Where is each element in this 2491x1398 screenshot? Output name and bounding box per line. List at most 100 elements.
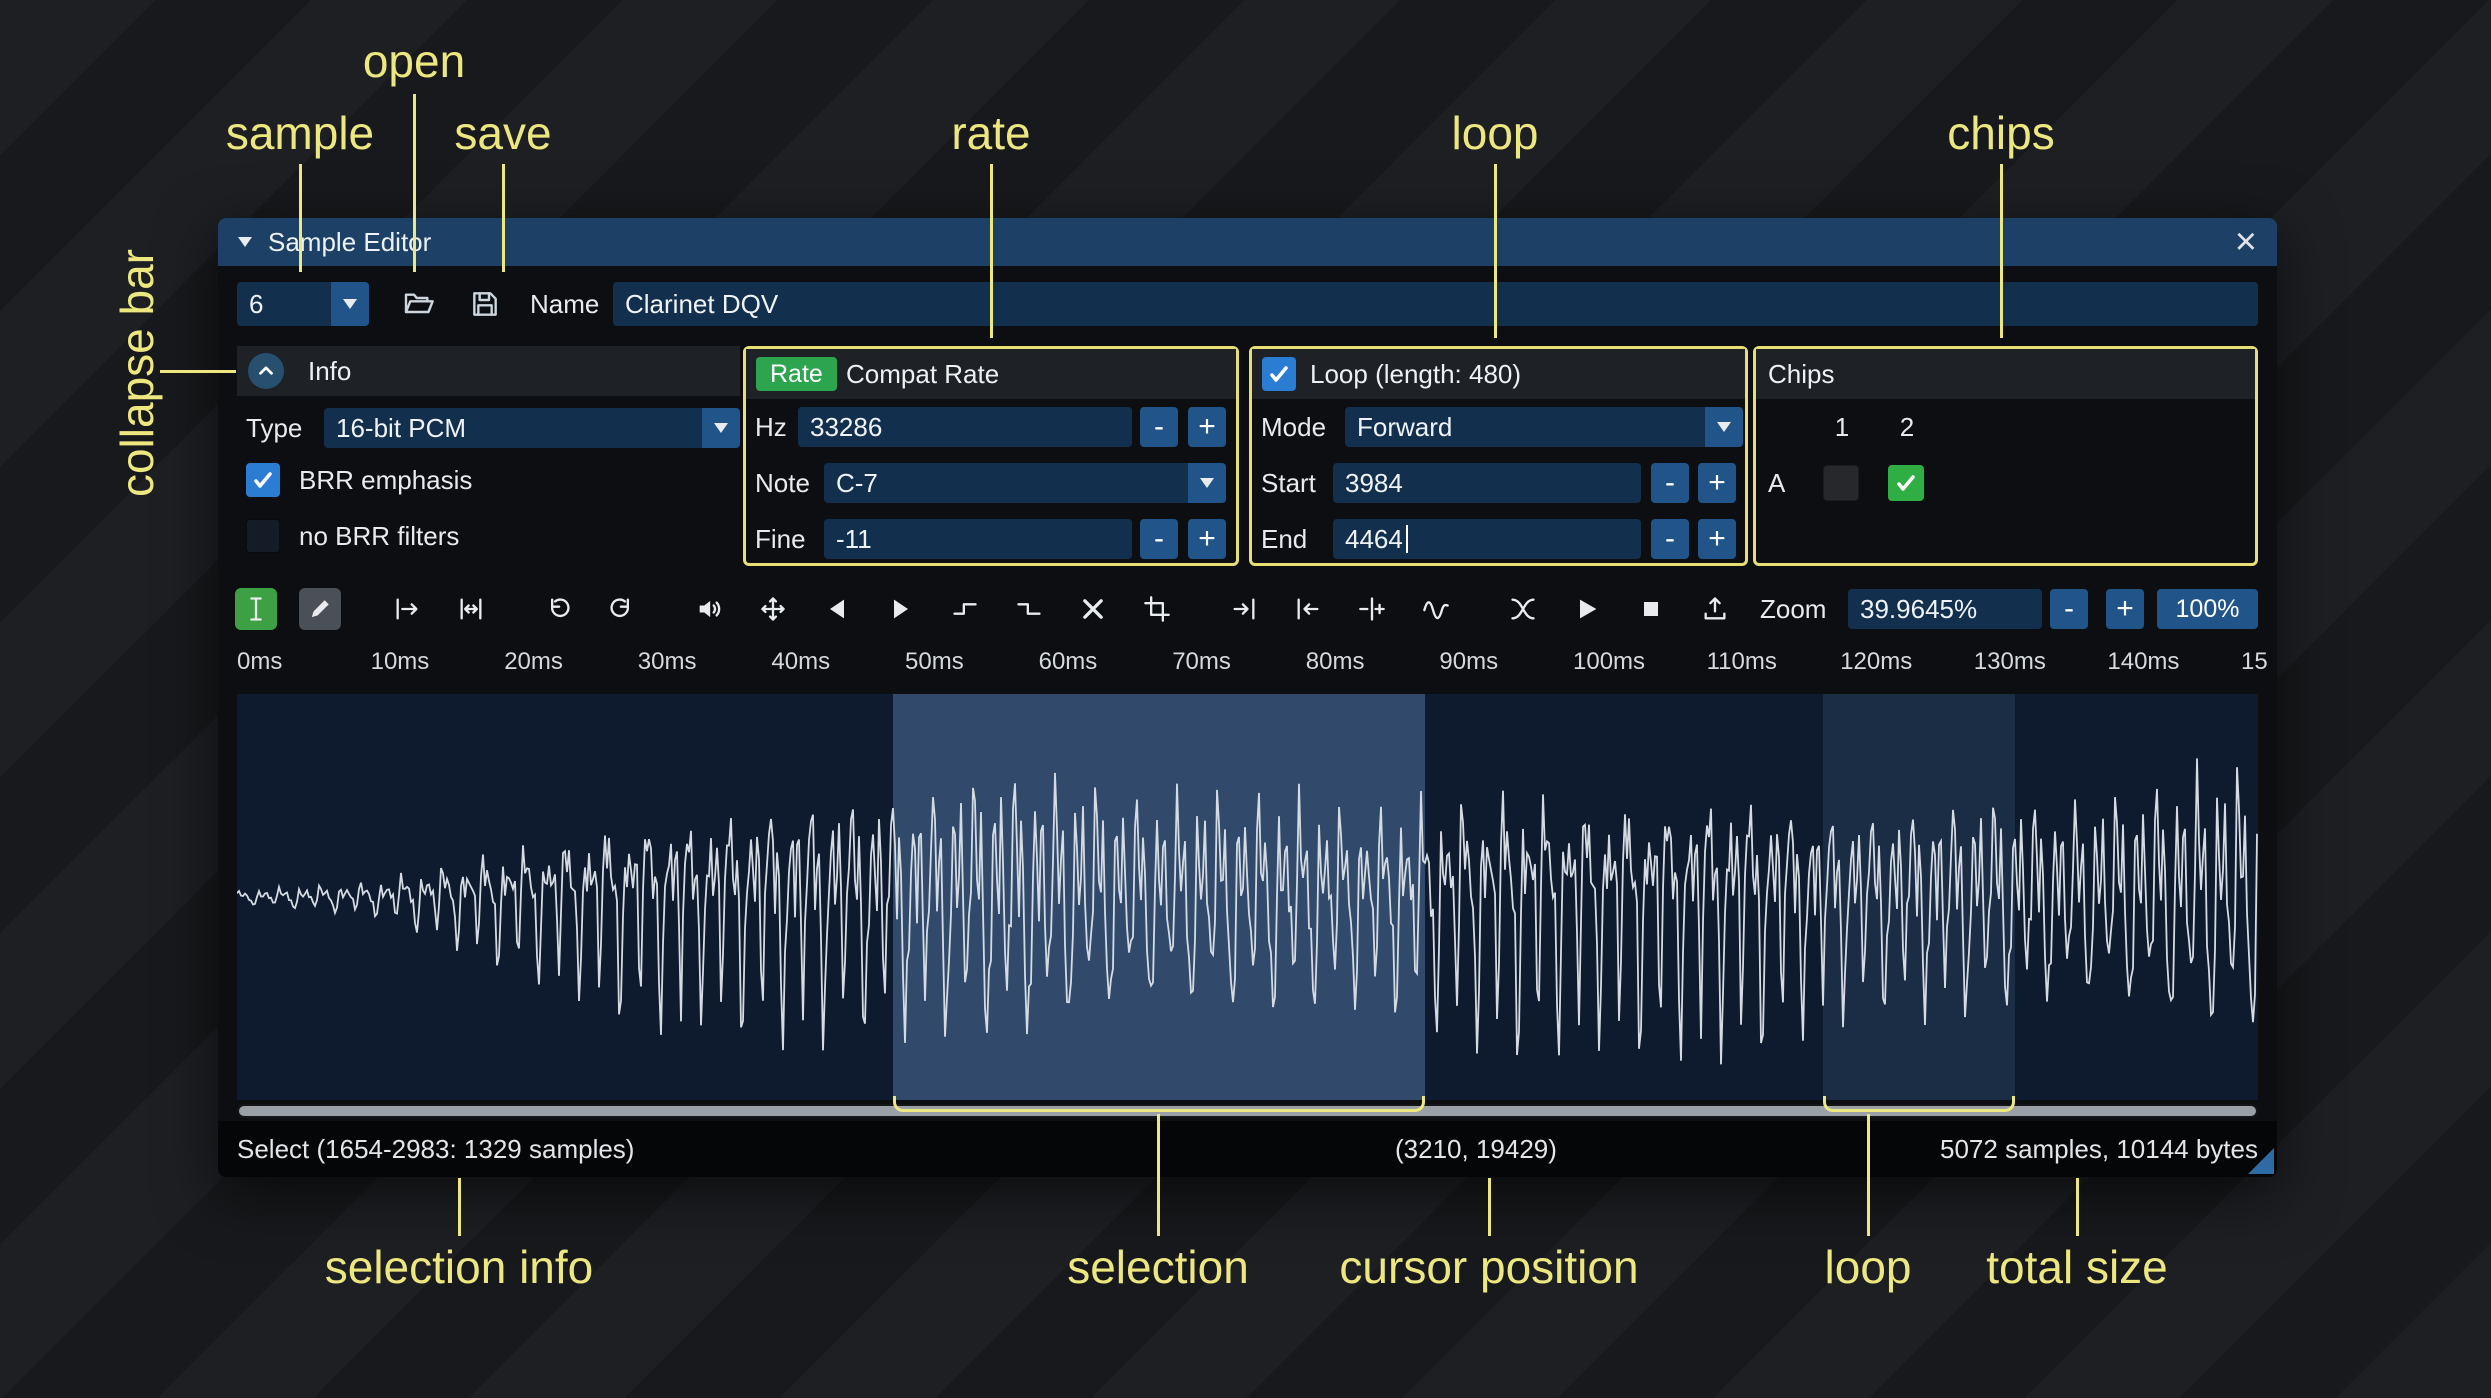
amplify-button[interactable]	[688, 588, 730, 630]
adjust-icon	[1359, 597, 1385, 621]
draw-mode-button[interactable]	[299, 588, 341, 630]
timeline-label: 30ms	[637, 648, 697, 675]
zoom-value: 39.9645%	[1860, 593, 1978, 624]
select-mode-icon	[250, 597, 262, 621]
fade-out-button[interactable]	[1008, 588, 1050, 630]
chip-1-checkbox[interactable]	[1823, 465, 1859, 501]
loop-mode-select[interactable]: Forward	[1345, 407, 1743, 447]
sample-type-select[interactable]: 16-bit PCM	[324, 408, 740, 448]
total-size-text: 5072 samples, 10144 bytes	[1940, 1134, 2258, 1164]
loop-start-input[interactable]: 3984	[1333, 463, 1641, 503]
trim-button[interactable]	[1136, 588, 1178, 630]
no-brr-filters-label: no BRR filters	[299, 521, 460, 551]
chips-section: Chips 1 2 A	[1753, 346, 2258, 566]
sample-selector-value: 6	[249, 288, 264, 319]
annotation-open: open	[362, 35, 466, 87]
hz-plus-button[interactable]: +	[1188, 407, 1226, 447]
sample-type-dropdown-button[interactable]	[702, 408, 740, 448]
annotation-rate: rate	[951, 107, 1031, 159]
timeline-ruler[interactable]: 0ms 10ms 20ms 30ms 40ms 50ms 60ms 70ms 80ms 90ms 1…	[237, 642, 2268, 688]
note-dropdown-button[interactable]	[1188, 463, 1226, 503]
loop-start-minus-button[interactable]: -	[1651, 463, 1689, 503]
sample-selector-dropdown-button[interactable]	[331, 282, 369, 326]
open-sample-button[interactable]	[397, 283, 439, 325]
dropdown-arrow-icon	[714, 423, 728, 433]
chip-column-1: 1	[1834, 412, 1850, 442]
annotation-total-size: total size	[1986, 1241, 2168, 1293]
zoom-value-input[interactable]: 39.9645%	[1848, 589, 2042, 629]
rate-badge-button[interactable]: Rate	[756, 357, 837, 391]
window-resize-grip[interactable]	[2248, 1148, 2274, 1174]
window-collapse-icon[interactable]	[238, 237, 252, 247]
loop-mode-dropdown-button[interactable]	[1705, 407, 1743, 447]
close-button[interactable]: ×	[2235, 223, 2257, 261]
rate-section: Rate Compat Rate Hz 33286 - + Note C-7 F…	[743, 346, 1239, 566]
resample-button[interactable]	[450, 588, 492, 630]
reverse-button[interactable]	[816, 588, 858, 630]
no-brr-filters-checkbox[interactable]	[246, 519, 280, 553]
crossfade-button[interactable]	[1502, 588, 1544, 630]
create-instrument-button[interactable]	[1694, 588, 1736, 630]
resize-button[interactable]	[386, 588, 428, 630]
loop-end-plus-button[interactable]: +	[1698, 519, 1736, 559]
zoom-in-button[interactable]: +	[2106, 589, 2144, 629]
window-title: Sample Editor	[268, 226, 432, 257]
insert-silence-button[interactable]	[1223, 588, 1265, 630]
brr-emphasis-label: BRR emphasis	[299, 465, 473, 495]
note-label: Note	[755, 468, 810, 498]
preview-sample-button[interactable]	[1566, 588, 1608, 630]
sample-name-value: Clarinet DQV	[625, 288, 779, 319]
sample-selector[interactable]: 6	[237, 282, 369, 326]
check-icon	[1897, 475, 1915, 491]
save-sample-button[interactable]	[464, 283, 506, 325]
chevron-up-icon	[259, 366, 273, 375]
chip-row-label: A	[1768, 468, 1786, 498]
fade-in-button[interactable]	[944, 588, 986, 630]
stop-preview-button[interactable]	[1630, 588, 1672, 630]
undo-button[interactable]	[537, 588, 579, 630]
filter-button[interactable]	[1415, 588, 1457, 630]
fine-plus-button[interactable]: +	[1188, 519, 1226, 559]
loop-start-plus-button[interactable]: +	[1698, 463, 1736, 503]
fine-minus-button[interactable]: -	[1140, 519, 1178, 559]
redo-button[interactable]	[601, 588, 643, 630]
hz-input[interactable]: 33286	[798, 407, 1132, 447]
annotation-line-selection-info	[458, 1178, 461, 1236]
zoom-reset-button[interactable]: 100%	[2157, 589, 2258, 629]
zoom-out-button[interactable]: -	[2050, 589, 2088, 629]
collapse-bar-button[interactable]	[248, 353, 284, 389]
selection-info-text: Select (1654-2983: 1329 samples)	[237, 1134, 635, 1164]
adjust-button[interactable]	[1351, 588, 1393, 630]
loop-mode-value: Forward	[1357, 411, 1453, 442]
normalize-button[interactable]	[752, 588, 794, 630]
loop-enable-checkbox[interactable]	[1262, 357, 1296, 391]
scrollbar-handle[interactable]	[239, 1106, 2256, 1116]
fine-input[interactable]: -11	[824, 519, 1132, 559]
annotation-collapse-bar: collapse bar	[111, 248, 163, 498]
apply-silence-button[interactable]	[1072, 588, 1114, 630]
titlebar[interactable]: Sample Editor ×	[218, 218, 2277, 266]
waveform-scrollbar[interactable]	[237, 1104, 2258, 1118]
select-mode-button[interactable]	[235, 588, 277, 630]
hz-minus-button[interactable]: -	[1140, 407, 1178, 447]
redo-icon	[610, 598, 630, 618]
resize-selection-button[interactable]	[1287, 588, 1329, 630]
resample-icon	[460, 598, 482, 620]
hz-label: Hz	[755, 412, 787, 442]
brr-emphasis-checkbox[interactable]	[246, 463, 280, 497]
draw-mode-icon	[311, 600, 329, 618]
waveform-view[interactable]	[237, 694, 2258, 1100]
sample-type-value: 16-bit PCM	[336, 412, 467, 443]
timeline-label: 140ms	[2107, 648, 2180, 675]
open-folder-icon	[404, 293, 434, 314]
loop-end-input[interactable]: 4464	[1333, 519, 1641, 559]
zoom-label: Zoom	[1760, 594, 1827, 624]
invert-button[interactable]	[880, 588, 922, 630]
loop-end-minus-button[interactable]: -	[1651, 519, 1689, 559]
sample-name-input[interactable]: Clarinet DQV	[613, 282, 2258, 326]
loop-end-label: End	[1261, 524, 1308, 554]
loop-start-value: 3984	[1345, 467, 1403, 498]
chip-2-checkbox[interactable]	[1888, 465, 1924, 501]
note-select[interactable]: C-7	[824, 463, 1226, 503]
note-value: C-7	[836, 467, 878, 498]
